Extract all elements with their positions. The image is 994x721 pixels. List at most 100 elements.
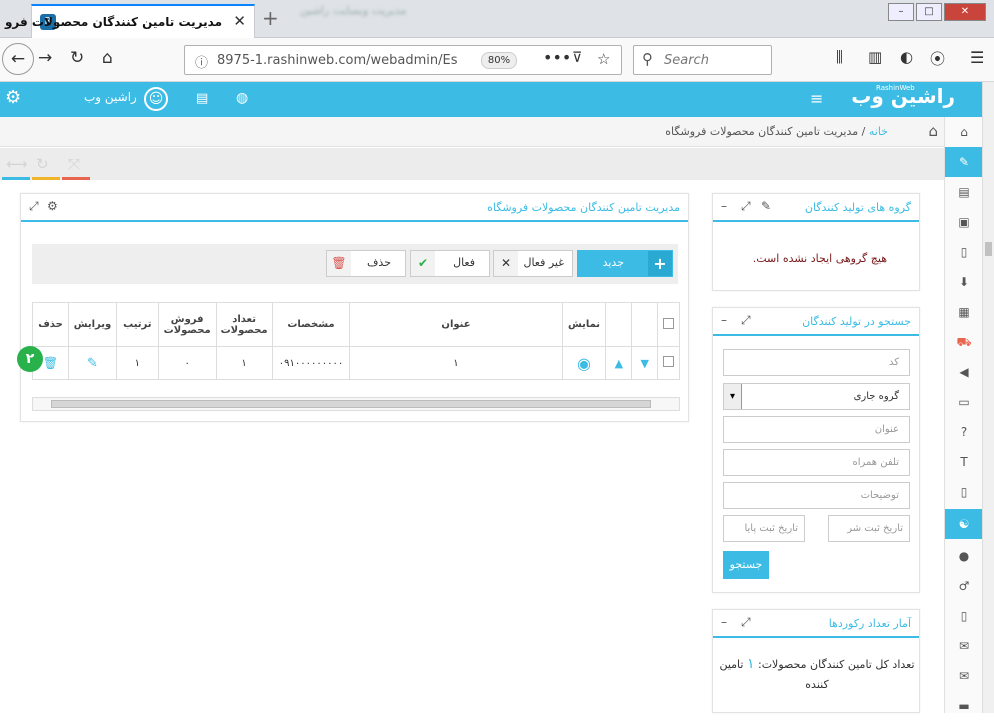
col-edit: ویرایش xyxy=(68,302,117,347)
search-button[interactable]: جستجو xyxy=(723,551,769,579)
phone-input[interactable]: تلفن همراه xyxy=(723,449,910,476)
sidebar-mobile-icon[interactable]: ▯ xyxy=(945,601,983,631)
sidebar-film-icon[interactable]: ▦ xyxy=(945,297,983,327)
stats-value: ۱ xyxy=(746,656,755,672)
browser-search[interactable]: ⚲ Search xyxy=(633,45,772,75)
forward-icon[interactable]: → xyxy=(38,48,52,68)
sidebar-help-icon[interactable]: ? xyxy=(945,417,983,447)
breadcrumb-home[interactable]: خانه xyxy=(869,125,888,138)
sidebar-adduser-icon[interactable]: ♂ xyxy=(945,571,983,601)
menu-icon[interactable]: ☰ xyxy=(970,48,984,67)
expand-icon[interactable]: ⤧ xyxy=(68,155,80,173)
col-count: تعداد محصولات xyxy=(215,302,273,347)
col-display: نمایش xyxy=(561,302,607,347)
blurred-tab[interactable]: مدیریت وبسایت راشین xyxy=(300,4,500,34)
expand-icon[interactable]: ⤢ xyxy=(741,313,751,328)
library-icon[interactable]: ⫼ xyxy=(836,48,843,66)
avatar-icon[interactable]: ☺ xyxy=(144,87,168,111)
col-order[interactable]: ترتیب xyxy=(115,302,159,347)
sidebar-toggle-icon[interactable]: ▥ xyxy=(868,48,882,66)
close-tab-icon[interactable]: ✕ xyxy=(233,12,246,30)
settings-icon[interactable]: ⚙ xyxy=(47,199,58,213)
pencil-icon[interactable]: ✎ xyxy=(68,346,117,380)
info-icon[interactable]: ⓘ xyxy=(195,52,208,71)
group-select[interactable]: گروه جاری ▾ xyxy=(723,383,910,410)
group-select-value: گروه جاری xyxy=(853,391,899,402)
row-checkbox[interactable] xyxy=(657,346,680,380)
sidebar-image-icon[interactable]: ▣ xyxy=(945,207,983,237)
card-icon[interactable]: ▤ xyxy=(196,91,208,106)
pocket-icon[interactable]: ⊽ xyxy=(572,50,582,66)
back-icon[interactable]: ← xyxy=(2,43,34,75)
sidebar-news-icon[interactable]: ▤ xyxy=(945,177,983,207)
hamburger-icon[interactable]: ≡ xyxy=(810,89,823,108)
description-input[interactable]: توضیحات xyxy=(723,482,910,509)
x-icon: ✕ xyxy=(494,251,518,276)
browser-tab-bar: R مدیریت تامین کنندگان محصولات فرو ✕ + م… xyxy=(0,0,994,38)
tab-title: مدیریت تامین کنندگان محصولات فرو xyxy=(4,15,222,29)
new-tab-icon[interactable]: + xyxy=(262,6,279,30)
close-window-icon[interactable]: ✕ xyxy=(944,3,986,21)
scrollbar-thumb[interactable] xyxy=(985,242,992,256)
sidebar-cart-icon[interactable]: ⛟ xyxy=(945,327,983,357)
home-icon[interactable]: ⌂ xyxy=(928,122,938,140)
extension-icon[interactable]: ◐ xyxy=(900,48,913,66)
code-input[interactable]: کد xyxy=(723,349,910,376)
sidebar-edit-icon[interactable]: ✎ xyxy=(945,147,983,177)
stats-header: آمار تعداد رکوردها ⤢ – xyxy=(713,610,919,638)
edit-icon[interactable]: ✎ xyxy=(761,199,771,213)
sidebar-suppliers-icon[interactable]: ☯ xyxy=(945,509,983,539)
chevron-down-icon[interactable]: ▾ xyxy=(724,384,742,409)
date-end-input[interactable]: تاریخ ثبت پایا xyxy=(723,515,805,542)
minimize-icon[interactable]: – xyxy=(888,3,914,21)
select-all-cell[interactable] xyxy=(657,302,680,347)
move-up-icon[interactable]: ▲ xyxy=(605,346,633,380)
globe-icon[interactable]: ◍ xyxy=(236,90,248,106)
sidebar-doc-icon[interactable]: ▯ xyxy=(945,477,983,507)
delete-button[interactable]: 🗑 حذف xyxy=(326,250,406,277)
bookmark-star-icon[interactable]: ☆ xyxy=(597,50,610,68)
sidebar-home-icon[interactable]: ⌂ xyxy=(945,117,983,147)
browser-tab[interactable]: R مدیریت تامین کنندگان محصولات فرو ✕ xyxy=(5,4,255,38)
expand-icon[interactable]: ⤢ xyxy=(741,199,751,214)
sidebar-download-icon[interactable]: ⬇ xyxy=(945,267,983,297)
resize-icon[interactable]: ⟷ xyxy=(6,155,28,173)
extension2-icon[interactable]: ⦿ xyxy=(930,48,945,69)
title-input[interactable]: عنوان xyxy=(723,416,910,443)
sidebar-user-icon[interactable]: ● xyxy=(945,541,983,571)
sidebar-mail-icon[interactable]: ✉ xyxy=(945,661,983,691)
new-button[interactable]: + جدید xyxy=(577,250,673,277)
sidebar-folder-icon[interactable]: ▬ xyxy=(945,691,983,721)
expand-icon[interactable]: ⤢ xyxy=(741,615,751,630)
more-icon[interactable]: ••• xyxy=(543,48,571,67)
user-name[interactable]: راشین وب xyxy=(84,90,137,104)
table-scrollbar[interactable] xyxy=(32,397,680,411)
gear-icon[interactable]: ⚙ xyxy=(5,87,21,108)
maximize-icon[interactable]: □ xyxy=(916,3,942,21)
table-scroll-thumb[interactable] xyxy=(51,400,651,408)
sidebar-file-icon[interactable]: ▯ xyxy=(945,237,983,267)
move-down-icon[interactable]: ▼ xyxy=(631,346,659,380)
collapse-icon[interactable]: – xyxy=(721,313,727,327)
activate-button[interactable]: ✔ فعال xyxy=(410,250,490,277)
logo[interactable]: RashinWeb راشین وب xyxy=(840,84,955,114)
home-icon[interactable]: ⌂ xyxy=(102,48,113,68)
zoom-level[interactable]: 80% xyxy=(481,52,517,69)
collapse-icon[interactable]: – xyxy=(721,615,727,629)
search-panel: جستجو در تولید کنندگان ⤢ – کد گروه جاری … xyxy=(712,307,920,593)
search-title: جستجو در تولید کنندگان xyxy=(802,315,911,328)
url-bar[interactable]: ⓘ 8975-1.rashinweb.com/webadmin/Es 80% •… xyxy=(184,45,622,75)
sidebar-chat-icon[interactable]: ✉ xyxy=(945,631,983,661)
sidebar-text-icon[interactable]: T xyxy=(945,447,983,477)
refresh-icon[interactable]: ↻ xyxy=(36,155,49,173)
sidebar-monitor-icon[interactable]: ▭ xyxy=(945,387,983,417)
deactivate-button[interactable]: ✕ غیر فعال xyxy=(493,250,573,277)
date-start-input[interactable]: تاریخ ثبت شر xyxy=(828,515,910,542)
expand-icon[interactable]: ⤢ xyxy=(29,199,39,214)
eye-icon[interactable]: ◉ xyxy=(561,346,607,380)
stats-text: تعداد کل تامین کنندگان محصولات: ۱ تامین … xyxy=(717,654,917,695)
page-scrollbar[interactable] xyxy=(982,82,994,713)
collapse-icon[interactable]: – xyxy=(721,199,727,213)
sidebar-speaker-icon[interactable]: ◀ xyxy=(945,357,983,387)
reload-icon[interactable]: ↻ xyxy=(70,48,84,68)
